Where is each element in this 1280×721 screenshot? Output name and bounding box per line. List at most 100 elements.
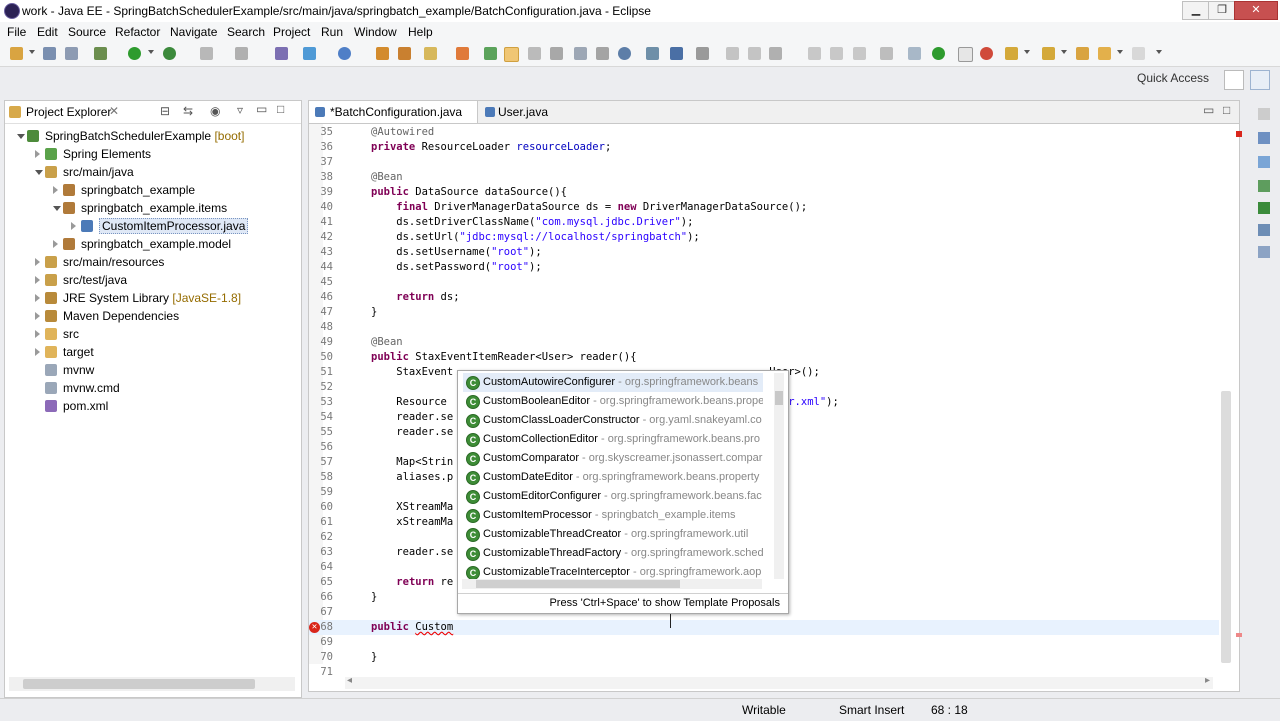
tree-item[interactable]: src	[5, 325, 295, 343]
step-into-icon[interactable]	[808, 47, 821, 60]
collapsed-arrow-icon[interactable]	[35, 258, 40, 266]
tree-item[interactable]: pom.xml	[5, 397, 295, 415]
scroll-left-icon[interactable]: ◂	[347, 675, 352, 686]
tree-item[interactable]: springbatch_example.items	[5, 199, 295, 217]
data-source-icon[interactable]	[1258, 224, 1270, 236]
tree-item[interactable]: mvnw	[5, 361, 295, 379]
spring-boot-icon[interactable]	[932, 47, 945, 60]
tree-item[interactable]: src/test/java	[5, 271, 295, 289]
tab-user-java[interactable]: User.java	[479, 101, 559, 123]
outline-icon[interactable]	[1258, 132, 1270, 144]
minimize-editor-icon[interactable]: ▭	[1203, 103, 1214, 117]
explorer-hscroll-thumb[interactable]	[23, 679, 255, 689]
expanded-arrow-icon[interactable]	[35, 170, 43, 175]
code-line[interactable]: 44 ds.setPassword("root");	[309, 260, 1219, 275]
new-icon[interactable]	[10, 47, 23, 60]
servers-icon[interactable]	[1258, 202, 1270, 214]
open-folder-icon[interactable]	[398, 47, 411, 60]
menu-refactor[interactable]: Refactor	[115, 25, 160, 39]
code-line[interactable]: 48	[309, 320, 1219, 335]
stop-icon[interactable]	[200, 47, 213, 60]
error-line-marker[interactable]	[1236, 633, 1242, 637]
paragraph-icon[interactable]	[596, 47, 609, 60]
code-line[interactable]: 39 public DataSource dataSource(){	[309, 185, 1219, 200]
menu-project[interactable]: Project	[273, 25, 310, 39]
tree-item[interactable]: Spring Elements	[5, 145, 295, 163]
use-step-filters-icon[interactable]	[908, 47, 921, 60]
code-line[interactable]: 69	[309, 635, 1219, 650]
task-list-icon[interactable]	[1258, 156, 1270, 168]
debug-icon[interactable]	[94, 47, 107, 60]
focus-icon[interactable]: ◉	[210, 104, 220, 118]
code-line[interactable]: 38 @Bean	[309, 170, 1219, 185]
minimize-view-icon[interactable]: ▭	[256, 102, 267, 116]
tree-item[interactable]: mvnw.cmd	[5, 379, 295, 397]
close-button[interactable]: ✕	[1234, 1, 1278, 20]
code-line[interactable]: 42 ds.setUrl("jdbc:mysql://localhost/spr…	[309, 230, 1219, 245]
code-line[interactable]: 41 ds.setDriverClassName("com.mysql.jdbc…	[309, 215, 1219, 230]
save-icon[interactable]	[43, 47, 56, 60]
block-selection-icon[interactable]	[528, 47, 541, 60]
last-edit-icon[interactable]	[1076, 47, 1089, 60]
code-line[interactable]: 45	[309, 275, 1219, 290]
suggestion-item[interactable]: C CustomComparator - org.skyscreamer.json…	[463, 449, 763, 468]
error-overview-marker[interactable]	[1236, 131, 1242, 137]
code-line[interactable]: 43 ds.setUsername("root");	[309, 245, 1219, 260]
menu-file[interactable]: File	[7, 25, 26, 39]
navigate-icon[interactable]	[646, 47, 659, 60]
pin-icon[interactable]	[696, 47, 709, 60]
suggestion-item[interactable]: C CustomizableThreadCreator - org.springf…	[463, 525, 763, 544]
collapse-all-icon[interactable]: ⊟	[160, 104, 170, 118]
deploy-icon[interactable]	[235, 47, 248, 60]
code-line[interactable]: 68 public Custom ✕	[309, 620, 1219, 635]
new-java-project-icon[interactable]	[303, 47, 316, 60]
next-annotation-icon[interactable]	[1005, 47, 1018, 60]
breadcrumb-toggle-icon[interactable]	[958, 47, 973, 62]
editor-vscroll-thumb[interactable]	[1221, 391, 1231, 663]
maximize-button[interactable]: ❐	[1208, 1, 1236, 20]
next-annotation-dropdown[interactable]	[1024, 50, 1030, 54]
scroll-right-icon[interactable]: ▸	[1205, 675, 1210, 686]
collapsed-arrow-icon[interactable]	[35, 294, 40, 302]
terminate-icon[interactable]	[769, 47, 782, 60]
popup-vscrollbar[interactable]	[774, 373, 784, 579]
menu-search[interactable]: Search	[227, 25, 265, 39]
tab-batch-configuration[interactable]: *BatchConfiguration.java	[309, 101, 478, 123]
menu-help[interactable]: Help	[408, 25, 433, 39]
collapsed-arrow-icon[interactable]	[35, 276, 40, 284]
collapsed-arrow-icon[interactable]	[35, 150, 40, 158]
collapsed-arrow-icon[interactable]	[35, 330, 40, 338]
word-wrap-icon[interactable]	[574, 47, 587, 60]
tree-item[interactable]: SpringBatchSchedulerExample [boot]	[5, 127, 295, 145]
spring-explorer-icon[interactable]	[1258, 180, 1270, 192]
maximize-view-icon[interactable]: □	[277, 102, 284, 116]
snippets-icon[interactable]	[1258, 246, 1270, 258]
tree-item[interactable]: src/main/resources	[5, 253, 295, 271]
back-icon[interactable]	[1098, 47, 1111, 60]
toggle-icon[interactable]	[484, 47, 497, 60]
run-dropdown-arrow[interactable]	[148, 50, 154, 54]
new-dropdown-arrow[interactable]	[29, 50, 35, 54]
menu-window[interactable]: Window	[354, 25, 397, 39]
tree-item[interactable]: springbatch_example	[5, 181, 295, 199]
collapsed-arrow-icon[interactable]	[53, 240, 58, 248]
editor-hscrollbar[interactable]: ◂ ▸	[345, 675, 1213, 689]
popup-vscroll-thumb[interactable]	[775, 391, 783, 405]
maximize-editor-icon[interactable]: □	[1223, 103, 1230, 117]
code-line[interactable]: 37	[309, 155, 1219, 170]
show-whitespace-icon[interactable]	[550, 47, 563, 60]
popup-hscroll-thumb[interactable]	[476, 580, 680, 588]
open-type-icon[interactable]	[376, 47, 389, 60]
forward-icon[interactable]	[1132, 47, 1145, 60]
quick-access-field[interactable]: Quick Access	[1134, 70, 1214, 90]
suspend-icon[interactable]	[748, 47, 761, 60]
prev-annotation-dropdown[interactable]	[1061, 50, 1067, 54]
menu-navigate[interactable]: Navigate	[170, 25, 217, 39]
search-icon[interactable]	[424, 47, 437, 60]
resume-icon[interactable]	[726, 47, 739, 60]
globe-icon[interactable]	[618, 47, 631, 60]
run-last-icon[interactable]	[163, 47, 176, 60]
tree-item[interactable]: springbatch_example.model	[5, 235, 295, 253]
suggestion-item[interactable]: C CustomizableThreadFactory - org.springf…	[463, 544, 763, 563]
link-with-editor-icon[interactable]: ⇆	[183, 104, 193, 118]
